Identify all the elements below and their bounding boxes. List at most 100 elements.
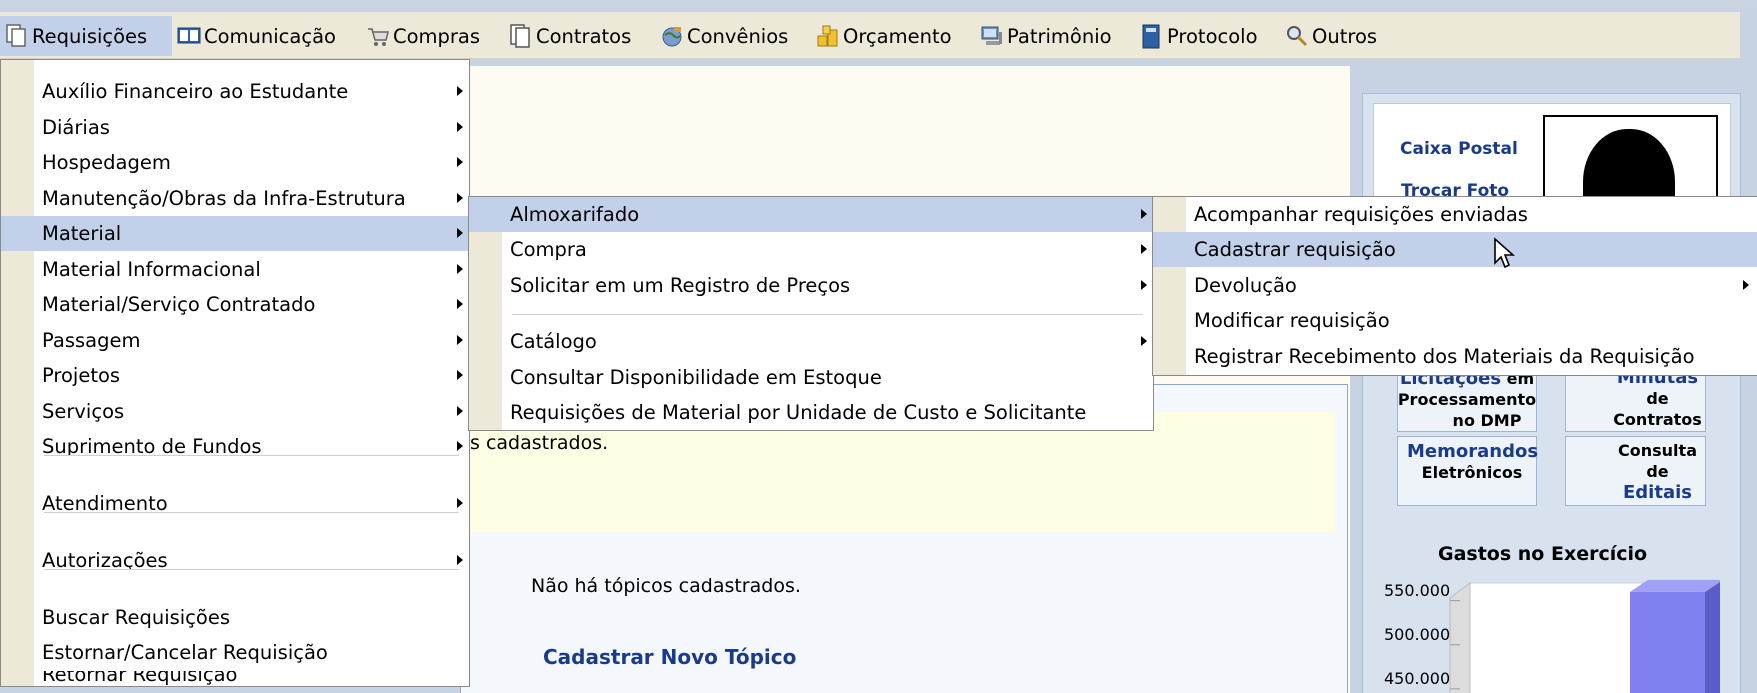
menubar-item-outros[interactable]: Outros: [1280, 16, 1382, 56]
trocar-foto-link[interactable]: Trocar Foto: [1401, 181, 1509, 197]
menubar-item-orcamento[interactable]: Orçamento: [811, 16, 957, 56]
submenu-arrow-icon: [457, 193, 463, 203]
menu-item-cadastrar-requisicao[interactable]: Cadastrar requisição: [1153, 232, 1757, 267]
submenu-arrow-icon: [1743, 280, 1749, 290]
submenu-arrow-icon: [457, 406, 463, 416]
chart-tick-label: 550.000: [1384, 580, 1451, 600]
material-submenu: Almoxarifado Compra Solicitar em um Regi…: [468, 196, 1154, 431]
menu-item-label: Modificar requisição: [1194, 309, 1390, 332]
submenu-arrow-icon: [457, 441, 463, 451]
menu-item-diarias[interactable]: Diárias: [1, 110, 469, 145]
almoxarifado-submenu: Acompanhar requisições enviadas Cadastra…: [1152, 196, 1757, 376]
menu-item-label: Material Informacional: [42, 258, 261, 281]
submenu-arrow-icon: [1141, 209, 1147, 219]
menu-item-estornar[interactable]: Estornar/Cancelar Requisição: [1, 635, 469, 670]
chart-bar-top: [1630, 579, 1720, 592]
chart-bar-side: [1705, 581, 1720, 693]
licitacoes-dmp: no DMP: [1452, 411, 1522, 430]
menu-item-catalogo[interactable]: Catálogo: [469, 324, 1153, 359]
menu-item-requisicoes-unidade[interactable]: Requisições de Material por Unidade de C…: [469, 395, 1153, 430]
menu-item-material-informacional[interactable]: Material Informacional: [1, 252, 469, 287]
menu-item-atendimento[interactable]: Atendimento: [1, 486, 469, 521]
submenu-arrow-icon: [457, 555, 463, 565]
menu-item-label: Projetos: [42, 364, 121, 387]
menubar-item-compras[interactable]: Compras: [361, 16, 485, 56]
submenu-arrow-icon: [457, 157, 463, 167]
editais-consulta: Consulta: [1618, 441, 1697, 460]
notice-text: s cadastrados.: [470, 432, 609, 454]
menu-item-projetos[interactable]: Projetos: [1, 358, 469, 393]
menu-item-suprimento[interactable]: Suprimento de Fundos: [1, 429, 469, 464]
chart-tick-label: 500.000: [1384, 624, 1451, 644]
menu-item-label: Solicitar em um Registro de Preços: [510, 274, 851, 297]
submenu-arrow-icon: [457, 370, 463, 380]
caixa-postal-link[interactable]: Caixa Postal: [1400, 139, 1518, 159]
editais-title: Editais: [1623, 482, 1692, 503]
menu-item-passagem[interactable]: Passagem: [1, 323, 469, 358]
menu-item-auxilio[interactable]: Auxílio Financeiro ao Estudante: [1, 74, 469, 109]
coins-icon: [816, 24, 838, 48]
menu-item-material-servico[interactable]: Material/Serviço Contratado: [1, 287, 469, 322]
menu-item-label: Devolução: [1194, 274, 1297, 297]
menu-item-compra[interactable]: Compra: [469, 232, 1153, 267]
memorandos-label: Memorandos Eletrônicos: [1407, 441, 1538, 483]
no-topics-text: Não há tópicos cadastrados.: [531, 575, 801, 597]
editais-label: Consulta de Editais: [1610, 440, 1705, 503]
menu-item-registro-precos[interactable]: Solicitar em um Registro de Preços: [469, 268, 1153, 303]
menu-item-servicos[interactable]: Serviços: [1, 394, 469, 429]
contract-pages-icon: [509, 24, 531, 48]
menubar-item-convenios[interactable]: Convênios: [655, 16, 793, 56]
minutas-contratos: Contratos: [1613, 410, 1702, 429]
menubar-item-contratos[interactable]: Contratos: [504, 16, 636, 56]
minutas-label: Minutas de Contratos: [1605, 367, 1710, 430]
menu-item-hospedagem[interactable]: Hospedagem: [1, 145, 469, 180]
menu-item-label: Manutenção/Obras da Infra-Estrutura: [42, 187, 406, 210]
menubar-item-requisicoes[interactable]: Requisições: [0, 16, 172, 56]
menu-item-label: Acompanhar requisições enviadas: [1194, 203, 1528, 226]
submenu-arrow-icon: [457, 335, 463, 345]
menubar-label: Patrimônio: [1007, 24, 1112, 48]
menubar-label: Orçamento: [843, 24, 952, 48]
menubar-label: Contratos: [536, 24, 632, 48]
menubar-label: Requisições: [32, 24, 148, 48]
menubar-label: Protocolo: [1167, 24, 1258, 48]
menubar-item-patrimonio[interactable]: Patrimônio: [975, 16, 1117, 56]
document-copy-icon: [5, 24, 27, 48]
memorandos-eletronicos: Eletrônicos: [1421, 463, 1523, 482]
submenu-arrow-icon: [457, 86, 463, 96]
menubar-label: Outros: [1312, 24, 1378, 48]
menu-item-label: Material/Serviço Contratado: [42, 293, 316, 316]
menu-item-retornar[interactable]: Retornar Requisição: [1, 671, 469, 688]
licitacoes-label: Licitações em Processamento no DMP: [1395, 368, 1539, 431]
menu-item-modificar[interactable]: Modificar requisição: [1153, 303, 1757, 338]
menu-item-label: Compra: [510, 238, 587, 261]
menu-item-devolucao[interactable]: Devolução: [1153, 268, 1757, 303]
submenu-arrow-icon: [457, 299, 463, 309]
menu-item-almoxarifado[interactable]: Almoxarifado: [469, 197, 1153, 232]
menu-item-label: Requisições de Material por Unidade de C…: [510, 401, 1087, 424]
menu-item-material[interactable]: Material: [1, 216, 469, 251]
submenu-arrow-icon: [1141, 244, 1147, 254]
menu-item-label: Cadastrar requisição: [1194, 238, 1396, 261]
window-top-strip: [0, 0, 1757, 10]
notebook-icon: [1140, 24, 1162, 49]
mouse-cursor-icon: [1494, 237, 1516, 269]
menubar-label: Compras: [393, 24, 481, 48]
menu-item-buscar[interactable]: Buscar Requisições: [1, 600, 469, 635]
menu-item-acompanhar[interactable]: Acompanhar requisições enviadas: [1153, 197, 1757, 232]
menu-item-registrar-recebimento[interactable]: Registrar Recebimento dos Materiais da R…: [1153, 339, 1757, 374]
menu-item-autorizacoes[interactable]: Autorizações: [1, 543, 469, 578]
chart-tick-label: 450.000: [1384, 668, 1451, 688]
menu-item-label: Serviços: [42, 400, 125, 423]
menu-separator: [44, 512, 459, 514]
submenu-arrow-icon: [457, 498, 463, 508]
menu-item-label: Registrar Recebimento dos Materiais da R…: [1194, 345, 1695, 368]
new-topic-link[interactable]: Cadastrar Novo Tópico: [543, 645, 796, 669]
menu-item-manutencao[interactable]: Manutenção/Obras da Infra-Estrutura: [1, 181, 469, 216]
menu-item-label: Buscar Requisições: [42, 606, 230, 629]
menubar-item-protocolo[interactable]: Protocolo: [1135, 16, 1263, 56]
menu-item-label: Diárias: [42, 116, 110, 139]
submenu-arrow-icon: [457, 228, 463, 238]
menu-item-consultar-estoque[interactable]: Consultar Disponibilidade em Estoque: [469, 360, 1153, 395]
menubar-item-comunicacao[interactable]: Comunicação: [172, 16, 341, 56]
